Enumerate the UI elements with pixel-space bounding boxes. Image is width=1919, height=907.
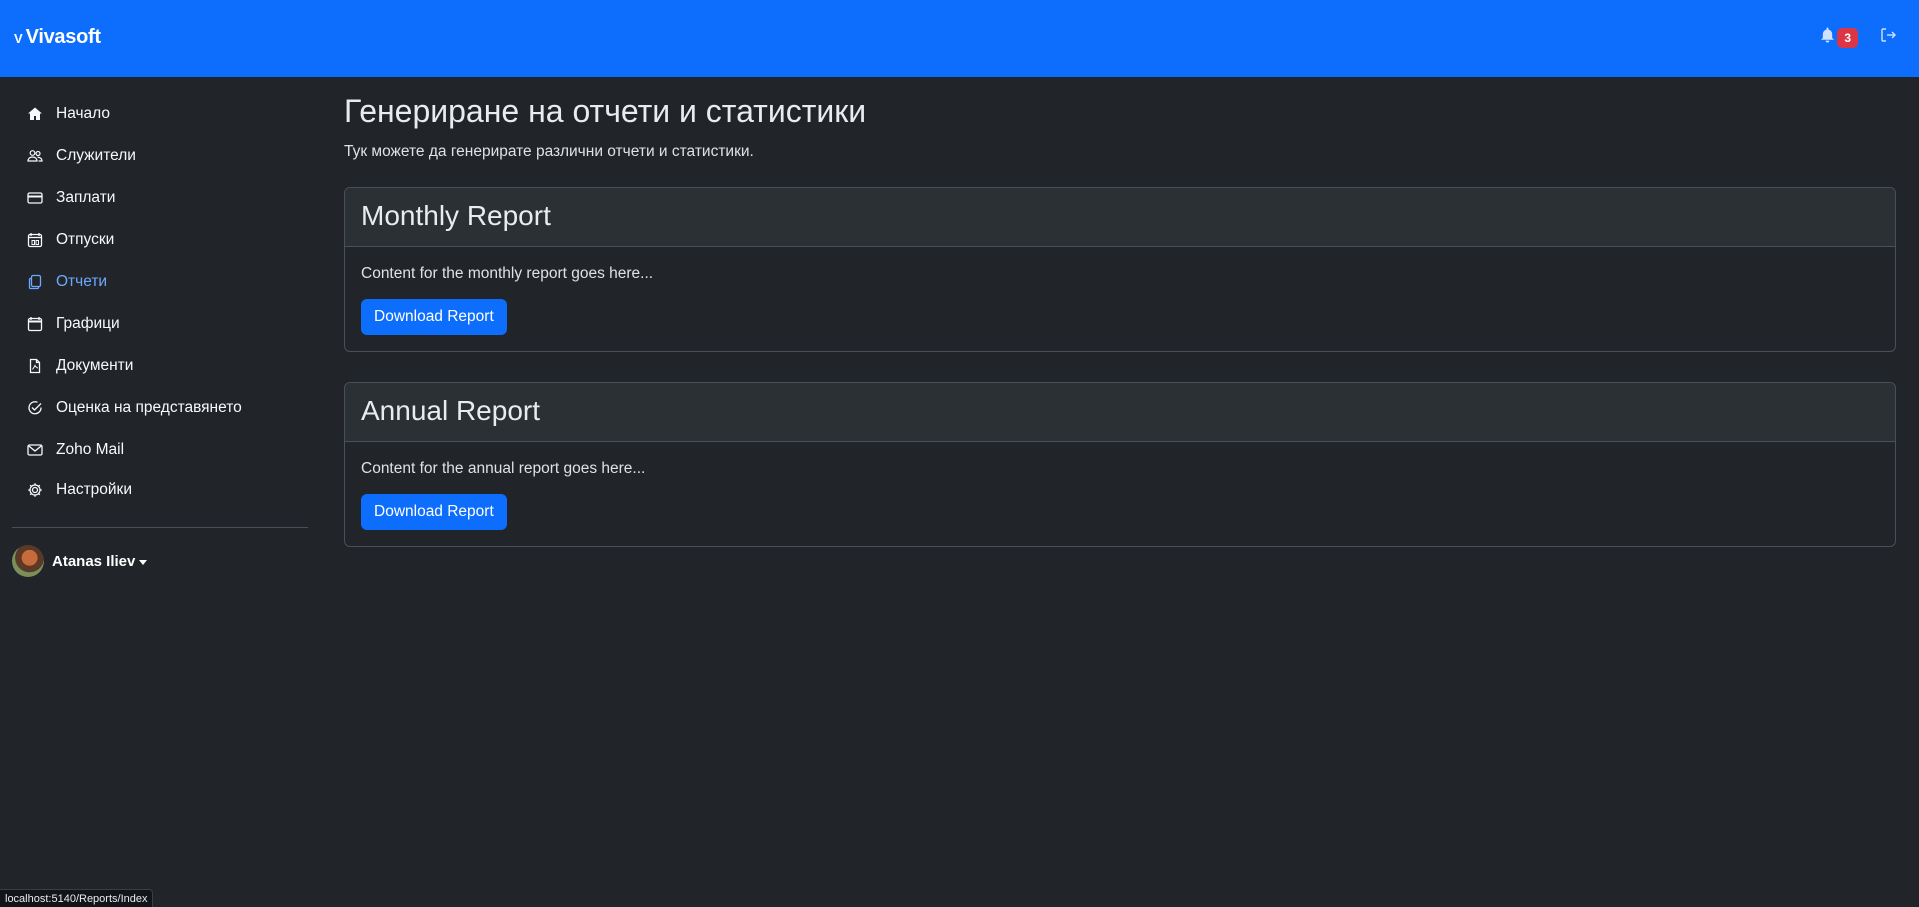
brand-logo-icon: V: [14, 31, 23, 46]
sidebar-item-label: Отчети: [56, 273, 108, 290]
calendar-icon: [26, 315, 44, 333]
sidebar-item-home[interactable]: Начало: [26, 103, 110, 125]
download-annual-report-button[interactable]: Download Report: [361, 494, 507, 530]
sidebar-item-leave[interactable]: Отпуски: [26, 229, 114, 251]
sidebar-divider: [12, 527, 308, 528]
sidebar-item-reports[interactable]: Отчети: [26, 271, 107, 293]
document-icon: [26, 357, 44, 375]
sidebar-item-label: Графици: [56, 315, 120, 332]
gear-icon: [26, 481, 44, 499]
card-text: Content for the monthly report goes here…: [361, 265, 654, 282]
people-icon: [26, 147, 44, 165]
sidebar-item-label: Оценка на представянето: [56, 399, 242, 416]
sidebar-item-salaries[interactable]: Заплати: [26, 187, 115, 209]
notification-badge: 3: [1837, 27, 1858, 48]
card-title: Monthly Report: [361, 200, 551, 231]
brand-link[interactable]: V Vivasoft: [14, 26, 101, 49]
card-body: Content for the annual report goes here.…: [345, 442, 1895, 546]
card-body: Content for the monthly report goes here…: [345, 247, 1895, 351]
card-title: Annual Report: [361, 395, 541, 426]
status-bar-url: localhost:5140/Reports/Index: [0, 889, 154, 907]
bell-icon: [1820, 27, 1835, 48]
annual-report-card: Annual Report Content for the annual rep…: [344, 382, 1896, 547]
sidebar-item-performance[interactable]: Оценка на представянето: [26, 397, 242, 419]
sidebar-item-zoho-mail[interactable]: Zoho Mail: [26, 439, 124, 461]
card-header: Annual Report: [345, 383, 1895, 442]
caret-down-icon: [139, 559, 148, 565]
calendar-event-icon: [26, 231, 44, 249]
page-title: Генериране на отчети и статистики: [344, 93, 867, 129]
logout-icon: [1880, 27, 1897, 48]
sidebar-item-label: Заплати: [56, 189, 116, 206]
download-monthly-report-button[interactable]: Download Report: [361, 299, 507, 335]
files-icon: [26, 273, 44, 291]
user-menu[interactable]: Atanas Iliev: [12, 545, 148, 577]
check-circle-icon: [26, 399, 44, 417]
sidebar: Начало Служители Заплати Отпуски Отчети …: [0, 77, 320, 907]
page-subtitle: Тук можете да генерирате различни отчети…: [344, 143, 754, 160]
sidebar-item-employees[interactable]: Служители: [26, 145, 136, 167]
card-header: Monthly Report: [345, 188, 1895, 247]
logout-button[interactable]: [1880, 27, 1897, 48]
home-icon: [26, 105, 44, 123]
monthly-report-card: Monthly Report Content for the monthly r…: [344, 187, 1896, 352]
top-navbar: V Vivasoft 3: [0, 0, 1919, 77]
sidebar-item-documents[interactable]: Документи: [26, 355, 133, 377]
sidebar-item-label: Zoho Mail: [56, 441, 125, 458]
brand-name: Vivasoft: [25, 26, 101, 48]
sidebar-item-label: Документи: [56, 357, 134, 374]
sidebar-item-schedules[interactable]: Графици: [26, 313, 120, 335]
credit-card-icon: [26, 189, 44, 207]
top-actions: 3: [1820, 27, 1897, 48]
sidebar-item-settings[interactable]: Настройки: [26, 479, 132, 501]
sidebar-item-label: Начало: [56, 105, 111, 122]
avatar: [12, 545, 44, 577]
sidebar-item-label: Отпуски: [56, 231, 115, 248]
user-name: Atanas Iliev: [52, 552, 136, 570]
card-text: Content for the annual report goes here.…: [361, 460, 646, 477]
notifications-button[interactable]: 3: [1820, 27, 1858, 48]
envelope-icon: [26, 441, 44, 459]
sidebar-item-label: Служители: [56, 147, 136, 164]
sidebar-item-label: Настройки: [56, 481, 133, 498]
